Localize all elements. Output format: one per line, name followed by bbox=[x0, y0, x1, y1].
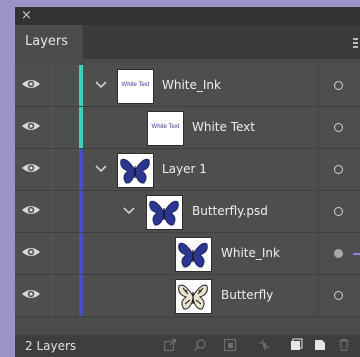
butterfly-photo-icon bbox=[178, 284, 208, 310]
target-icon[interactable] bbox=[334, 81, 343, 90]
search-icon[interactable] bbox=[193, 338, 207, 352]
layer-name[interactable]: Butterfly.psd bbox=[192, 202, 268, 220]
butterfly-icon bbox=[120, 158, 150, 184]
layer-thumbnail bbox=[117, 153, 154, 188]
layer-row[interactable]: Layer 1 bbox=[15, 149, 360, 191]
close-icon[interactable]: × bbox=[21, 8, 32, 23]
layer-color-bar bbox=[79, 275, 83, 316]
target-icon[interactable] bbox=[334, 249, 343, 258]
panel-title-strip: × bbox=[15, 7, 360, 25]
butterfly-icon bbox=[178, 242, 208, 268]
layer-name[interactable]: White Text bbox=[192, 118, 255, 136]
target-icon[interactable] bbox=[334, 291, 343, 300]
eye-icon[interactable] bbox=[21, 76, 41, 92]
panel-menu-icon[interactable] bbox=[353, 38, 358, 50]
selection-indicator bbox=[353, 253, 360, 255]
layer-color-bar bbox=[79, 149, 83, 190]
layer-count: 2 Layers bbox=[25, 339, 77, 353]
chevron-down-icon[interactable] bbox=[123, 206, 135, 216]
layer-thumbnail bbox=[175, 237, 212, 272]
layer-color-bar bbox=[79, 191, 83, 232]
column-divider bbox=[318, 107, 319, 148]
export-icon[interactable] bbox=[163, 338, 177, 352]
layer-row[interactable]: Butterfly bbox=[15, 275, 360, 317]
column-divider bbox=[52, 149, 53, 190]
target-icon[interactable] bbox=[334, 165, 343, 174]
link-icon[interactable] bbox=[257, 338, 271, 352]
new-layer-icon[interactable] bbox=[313, 338, 327, 352]
column-divider bbox=[318, 149, 319, 190]
tab-layers[interactable]: Layers bbox=[15, 25, 83, 59]
layer-thumbnail bbox=[175, 279, 212, 314]
column-divider bbox=[52, 65, 53, 106]
layer-list: White Text White_Ink White Text White Te… bbox=[15, 65, 360, 317]
layer-name[interactable]: White_Ink bbox=[162, 76, 221, 94]
layer-row[interactable]: White Text White_Ink bbox=[15, 65, 360, 107]
layer-row[interactable]: White_Ink bbox=[15, 233, 360, 275]
column-divider bbox=[52, 275, 53, 316]
chevron-down-icon[interactable] bbox=[95, 164, 107, 174]
column-divider bbox=[318, 275, 319, 316]
layer-color-bar bbox=[79, 233, 83, 274]
layer-name[interactable]: White_Ink bbox=[221, 244, 280, 262]
column-divider bbox=[318, 191, 319, 232]
layer-thumbnail: White Text bbox=[117, 69, 154, 104]
tab-bar: Layers bbox=[15, 25, 360, 59]
layer-color-bar bbox=[79, 65, 83, 106]
layer-thumbnail bbox=[146, 195, 183, 230]
layer-color-bar bbox=[79, 107, 83, 148]
layer-name[interactable]: Butterfly bbox=[221, 286, 273, 304]
column-divider bbox=[318, 65, 319, 106]
layer-row[interactable]: Butterfly.psd bbox=[15, 191, 360, 233]
eye-icon[interactable] bbox=[21, 286, 41, 302]
target-icon[interactable] bbox=[334, 207, 343, 216]
butterfly-icon bbox=[149, 200, 179, 226]
column-divider bbox=[52, 233, 53, 274]
eye-icon[interactable] bbox=[21, 160, 41, 176]
clipping-mask-icon[interactable] bbox=[223, 338, 237, 352]
new-sublayer-icon[interactable] bbox=[289, 338, 303, 352]
eye-icon[interactable] bbox=[21, 202, 41, 218]
layer-name[interactable]: Layer 1 bbox=[162, 160, 207, 178]
layer-row[interactable]: White Text White Text bbox=[15, 107, 360, 149]
eye-icon[interactable] bbox=[21, 118, 41, 134]
panel-footer: 2 Layers bbox=[15, 335, 360, 357]
delete-icon[interactable] bbox=[337, 338, 351, 352]
layers-panel: × Layers White Text White_Ink White Text bbox=[15, 7, 360, 357]
layer-thumbnail: White Text bbox=[147, 111, 184, 146]
target-icon[interactable] bbox=[334, 123, 343, 132]
column-divider bbox=[52, 191, 53, 232]
column-divider bbox=[52, 107, 53, 148]
eye-icon[interactable] bbox=[21, 244, 41, 260]
chevron-down-icon[interactable] bbox=[95, 80, 107, 90]
column-divider bbox=[318, 233, 319, 274]
